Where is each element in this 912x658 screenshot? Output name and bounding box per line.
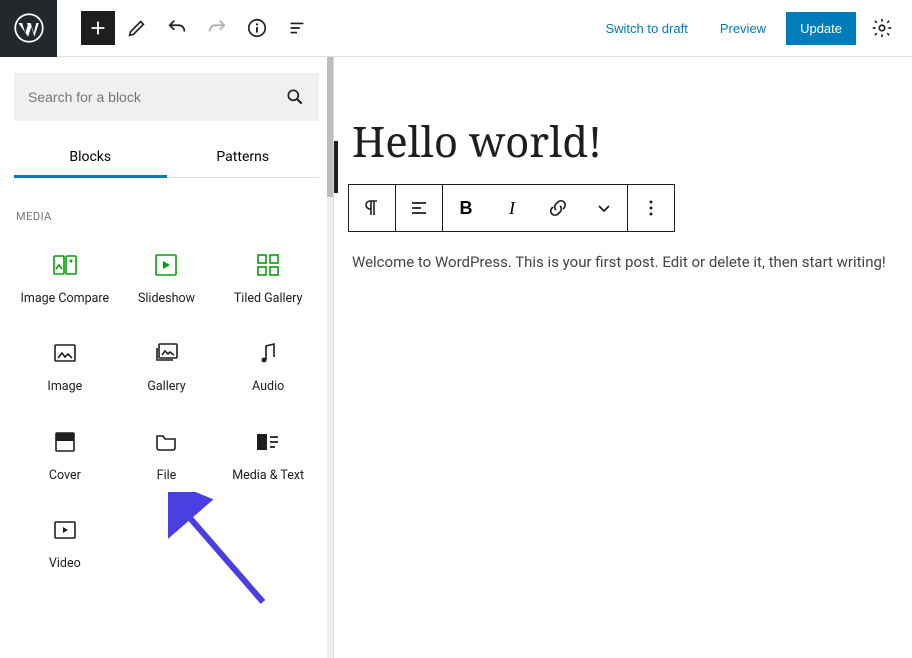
paragraph-icon: [362, 198, 382, 218]
file-icon: [154, 430, 178, 454]
align-button[interactable]: [396, 185, 442, 231]
main: Blocks Patterns MEDIA Image Compare S: [0, 57, 912, 658]
tab-patterns[interactable]: Patterns: [167, 137, 320, 177]
block-gallery[interactable]: Gallery: [116, 329, 218, 409]
pencil-icon: [126, 17, 148, 39]
image-icon: [53, 341, 77, 365]
video-icon: [53, 518, 77, 542]
link-icon: [548, 198, 568, 218]
toolbar-left: [57, 10, 315, 46]
redo-icon: [206, 17, 228, 39]
update-button[interactable]: Update: [786, 12, 856, 45]
block-image-compare[interactable]: Image Compare: [14, 241, 116, 321]
list-view-icon: [286, 17, 308, 39]
preview-button[interactable]: Preview: [708, 13, 778, 44]
more-formatting-button[interactable]: [581, 185, 627, 231]
category-media-label: MEDIA: [14, 202, 319, 241]
block-tiled-gallery[interactable]: Tiled Gallery: [217, 241, 319, 321]
editor-canvas[interactable]: Hello world! B I: [334, 57, 912, 658]
cover-icon: [53, 430, 77, 454]
undo-button[interactable]: [159, 10, 195, 46]
search-icon: [285, 87, 305, 107]
more-vertical-icon: [642, 199, 660, 217]
block-audio[interactable]: Audio: [217, 329, 319, 409]
wordpress-icon: [14, 13, 44, 43]
block-image[interactable]: Image: [14, 329, 116, 409]
wordpress-logo[interactable]: [0, 0, 57, 57]
info-icon: [246, 17, 268, 39]
block-file[interactable]: File: [116, 418, 218, 498]
block-search[interactable]: [14, 73, 319, 121]
scrollbar-thumb[interactable]: [327, 57, 333, 197]
media-text-icon: [256, 430, 280, 454]
slideshow-icon: [154, 253, 178, 277]
block-cover[interactable]: Cover: [14, 418, 116, 498]
undo-icon: [166, 17, 188, 39]
outline-button[interactable]: [279, 10, 315, 46]
block-grid: Image Compare Slideshow Tiled Gallery: [14, 241, 319, 586]
inserter-tabs: Blocks Patterns: [14, 137, 319, 178]
italic-icon: I: [509, 198, 515, 219]
tiled-gallery-icon: [256, 253, 280, 277]
block-caret-indicator: [334, 141, 338, 193]
plus-icon: [87, 17, 109, 39]
topbar: Switch to draft Preview Update: [0, 0, 912, 57]
post-paragraph[interactable]: Welcome to WordPress. This is your first…: [348, 250, 902, 274]
settings-button[interactable]: [864, 10, 900, 46]
edit-mode-button[interactable]: [119, 10, 155, 46]
post-title[interactable]: Hello world!: [348, 113, 902, 170]
bold-icon: B: [460, 198, 473, 219]
redo-button[interactable]: [199, 10, 235, 46]
chevron-down-icon: [595, 199, 613, 217]
image-compare-icon: [53, 253, 77, 277]
gallery-icon: [154, 341, 178, 365]
block-type-button[interactable]: [349, 185, 395, 231]
tab-blocks[interactable]: Blocks: [14, 137, 167, 177]
add-block-button[interactable]: [81, 11, 115, 45]
link-button[interactable]: [535, 185, 581, 231]
block-video[interactable]: Video: [14, 506, 116, 586]
search-input[interactable]: [28, 89, 285, 105]
italic-button[interactable]: I: [489, 185, 535, 231]
info-button[interactable]: [239, 10, 275, 46]
gear-icon: [871, 17, 893, 39]
align-icon: [409, 198, 429, 218]
block-media-text[interactable]: Media & Text: [217, 418, 319, 498]
block-inserter-panel: Blocks Patterns MEDIA Image Compare S: [0, 57, 334, 658]
block-slideshow[interactable]: Slideshow: [116, 241, 218, 321]
switch-to-draft-button[interactable]: Switch to draft: [593, 13, 699, 44]
toolbar-right: Switch to draft Preview Update: [593, 10, 912, 46]
bold-button[interactable]: B: [443, 185, 489, 231]
block-options-button[interactable]: [628, 185, 674, 231]
block-toolbar: B I: [348, 184, 675, 232]
audio-icon: [256, 341, 280, 365]
